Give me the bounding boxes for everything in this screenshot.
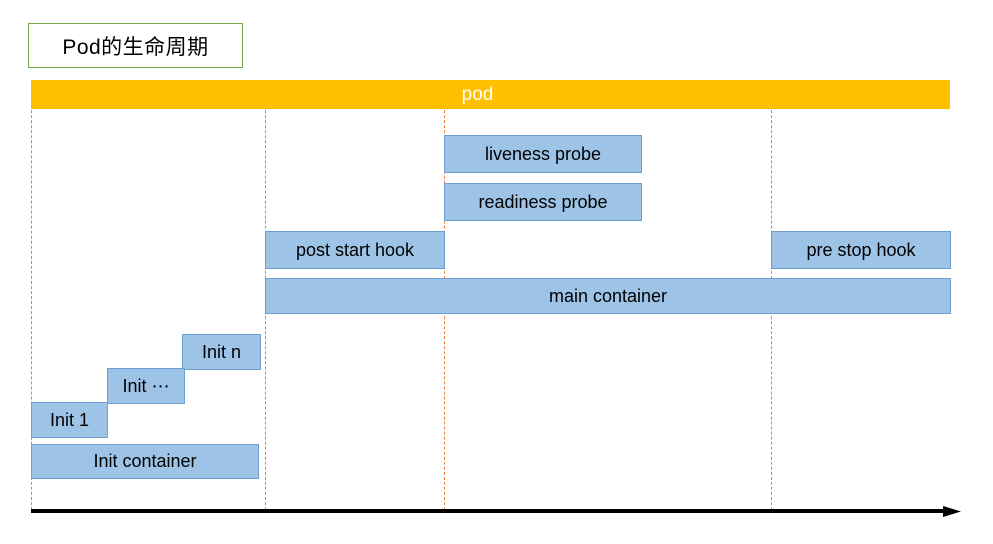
init-ellipsis-box: Init ⋯ [107, 368, 185, 404]
main-container-box: main container [265, 278, 951, 314]
pod-lifecycle-diagram: Pod的生命周期 pod liveness probe readiness pr… [0, 0, 993, 544]
post-start-hook-box: post start hook [265, 231, 445, 269]
init-ellipsis-label: Init ⋯ [122, 375, 170, 396]
readiness-probe-label: readiness probe [478, 191, 608, 212]
readiness-probe-box: readiness probe [444, 183, 642, 221]
liveness-probe-box: liveness probe [444, 135, 642, 173]
init-n-box: Init n [182, 334, 261, 370]
init-1-box: Init 1 [31, 402, 108, 438]
pre-stop-hook-box: pre stop hook [771, 231, 951, 269]
time-axis-arrow [31, 506, 961, 517]
pod-lifespan-bar: pod [31, 80, 950, 109]
page-title: Pod的生命周期 [62, 35, 209, 59]
pod-bar-label: pod [461, 83, 494, 105]
liveness-probe-label: liveness probe [484, 143, 602, 164]
init-n-label: Init n [201, 341, 242, 362]
main-container-label: main container [548, 285, 668, 306]
init-container-box: Init container [31, 444, 259, 479]
post-start-hook-label: post start hook [295, 239, 415, 260]
diagram-title-box: Pod的生命周期 [28, 23, 243, 68]
init-1-label: Init 1 [49, 409, 90, 430]
pre-stop-hook-label: pre stop hook [806, 239, 916, 260]
init-container-label: Init container [93, 451, 197, 471]
